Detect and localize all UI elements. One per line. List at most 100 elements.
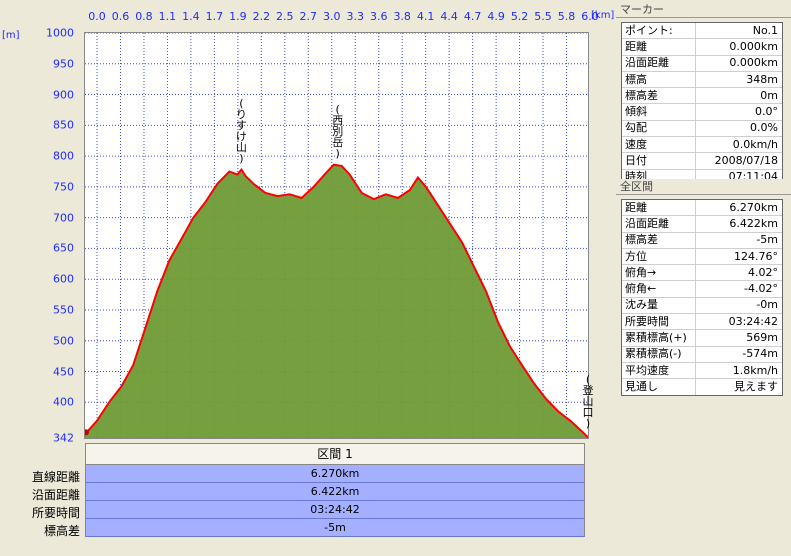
y-tick-label: 800 xyxy=(53,149,74,163)
marker-value: 2008/07/18 xyxy=(714,154,778,168)
total-value: -574m xyxy=(742,347,778,361)
total-value: -4.02° xyxy=(744,282,778,296)
total-value: 4.02° xyxy=(748,265,778,279)
section-distance-label: 直線距離 xyxy=(31,470,80,484)
total-row: 沿面距離 6.422km xyxy=(622,216,782,233)
total-label: 沿面距離 xyxy=(622,216,696,232)
x-tick-label: 5.8 xyxy=(557,10,576,23)
section-time-value: 03:24:42 xyxy=(85,501,585,519)
y-tick-label: 750 xyxy=(53,180,74,194)
marker-value: 0.000km xyxy=(729,56,778,70)
x-tick-label: 5.2 xyxy=(510,10,529,23)
total-value: 1.8km/h xyxy=(732,363,778,377)
elevation-chart-svg xyxy=(85,33,588,438)
total-value: 03:24:42 xyxy=(728,314,778,328)
total-label: 累積標高(+) xyxy=(622,330,696,346)
marker-value: 0m xyxy=(760,88,778,102)
x-tick-label: 3.0 xyxy=(323,10,341,23)
x-tick-label: 0.0 xyxy=(88,10,106,23)
marker-label: 速度 xyxy=(622,137,696,153)
total-row: 方位 124.76° xyxy=(622,248,782,266)
marker-row: 沿面距離 0.000km xyxy=(622,55,782,72)
y-tick-label: 900 xyxy=(53,88,74,102)
y-tick-label: 450 xyxy=(53,365,74,379)
marker-value: 0.0km/h xyxy=(732,137,778,151)
elevation-chart[interactable] xyxy=(84,32,589,439)
section-time-label: 所要時間 xyxy=(31,506,80,520)
total-label: 俯角→ xyxy=(622,265,696,281)
total-panel-title: 全区間 xyxy=(616,179,791,195)
marker-row: 標高差 0m xyxy=(622,88,782,105)
section-elev-value: -5m xyxy=(85,519,585,537)
y-tick-label: 850 xyxy=(53,118,74,132)
marker-label: 傾斜 xyxy=(622,104,696,120)
y-tick-label: 500 xyxy=(53,334,74,348)
peak-annotation: ( 西 別 岳 ) xyxy=(332,102,344,160)
elevation-area xyxy=(85,164,588,438)
marker-label: 日付 xyxy=(622,153,696,169)
x-tick-label: 4.4 xyxy=(440,10,458,23)
x-tick-label: 4.1 xyxy=(416,10,435,23)
marker-info-table: ポイント: No.1 距離 0.000km 沿面距離 0.000km 標高 348m 標高差 0m… xyxy=(621,22,783,186)
total-info-table: 距離 6.270km 沿面距離 6.422km 標高差 -5m 方位 124.76° 俯角→ 4.… xyxy=(621,199,783,396)
y-tick-label: 400 xyxy=(53,395,74,409)
total-row: 累積標高(-) -574m xyxy=(622,346,782,363)
x-tick-label: 6.0 xyxy=(581,10,599,23)
section-surface-label: 沿面距離 xyxy=(31,488,80,502)
y-unit-label: [m] xyxy=(2,30,20,41)
total-value: 6.270km xyxy=(729,200,778,214)
y-tick-label: 342 xyxy=(53,431,74,445)
section-surface-value: 6.422km xyxy=(85,483,585,501)
section-distance-value: 6.270km xyxy=(85,465,585,483)
marker-row: 速度 0.0km/h xyxy=(622,137,782,154)
marker-row: ポイント: No.1 xyxy=(622,23,782,40)
marker-label: 距離 xyxy=(622,39,696,55)
total-value: 見えます xyxy=(734,379,778,393)
x-tick-label: 4.7 xyxy=(463,10,482,23)
total-row: 距離 6.270km xyxy=(622,200,782,217)
x-tick-label: 4.9 xyxy=(487,10,505,23)
x-tick-label: 1.9 xyxy=(229,10,247,23)
total-row: 俯角← -4.02° xyxy=(622,281,782,298)
total-label: 俯角← xyxy=(622,281,696,297)
x-tick-label: 2.7 xyxy=(299,10,318,23)
total-label: 見通し xyxy=(622,379,696,395)
total-row: 沈み量 -0m xyxy=(622,297,782,315)
y-tick-label: 950 xyxy=(53,57,74,71)
marker-row: 標高 348m xyxy=(622,71,782,89)
total-label: 所要時間 xyxy=(622,314,696,330)
section-summary: 区間 1 6.270km 6.422km 03:24:42 -5m xyxy=(85,443,585,537)
total-label: 沈み量 xyxy=(622,297,696,314)
marker-row: 勾配 0.0% xyxy=(622,120,782,138)
total-row: 標高差 -5m xyxy=(622,232,782,249)
section-title[interactable]: 区間 1 xyxy=(85,443,585,465)
x-tick-label: 1.1 xyxy=(158,10,177,23)
marker-label: 勾配 xyxy=(622,120,696,137)
section-elev-label: 標高差 xyxy=(43,524,80,538)
x-tick-label: 2.5 xyxy=(276,10,294,23)
total-label: 平均速度 xyxy=(622,362,696,379)
x-tick-label: 0.6 xyxy=(111,10,130,23)
x-tick-label: 2.2 xyxy=(252,10,271,23)
total-label: 方位 xyxy=(622,248,696,265)
total-row: 平均速度 1.8km/h xyxy=(622,362,782,380)
total-value: 124.76° xyxy=(734,249,778,263)
total-row: 俯角→ 4.02° xyxy=(622,265,782,282)
x-tick-label: 3.8 xyxy=(393,10,411,23)
peak-annotation: ( り す け 山 ) xyxy=(235,96,247,165)
marker-label: 沿面距離 xyxy=(622,55,696,71)
marker-label: 標高差 xyxy=(622,88,696,104)
total-row: 見通し 見えます xyxy=(622,379,782,395)
marker-value: 0.0% xyxy=(750,121,778,135)
total-value: 569m xyxy=(746,331,778,345)
marker-row: 距離 0.000km xyxy=(622,39,782,56)
x-tick-label: 0.8 xyxy=(135,10,153,23)
x-tick-label: 1.7 xyxy=(205,10,224,23)
marker-row: 傾斜 0.0° xyxy=(622,104,782,121)
total-row: 累積標高(+) 569m xyxy=(622,330,782,347)
marker-label: 標高 xyxy=(622,71,696,88)
total-label: 累積標高(-) xyxy=(622,346,696,362)
total-row: 所要時間 03:24:42 xyxy=(622,314,782,331)
marker-value: 348m xyxy=(746,72,778,86)
y-tick-label: 700 xyxy=(53,211,74,225)
